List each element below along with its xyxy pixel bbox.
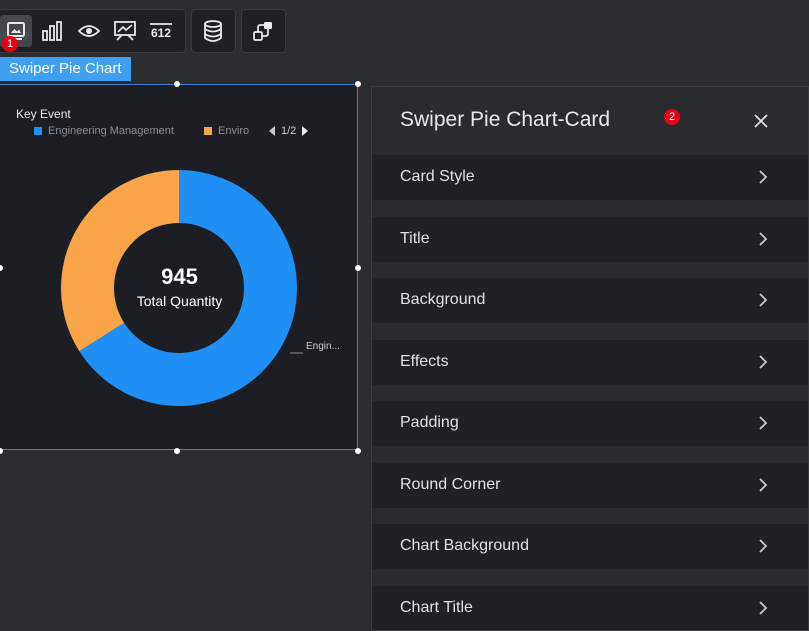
section-label: Padding [400,414,459,431]
resize-handle-bottom-middle[interactable] [174,448,180,454]
bar-chart-button[interactable] [37,15,69,47]
close-button[interactable] [749,109,773,133]
section-background[interactable]: Background [372,278,808,323]
section-chart-background[interactable]: Chart Background [372,524,808,569]
section-label: Card Style [400,168,475,185]
chevron-right-icon [759,355,768,369]
pie-slice-1[interactable] [61,170,180,352]
center-total-label: Total Quantity [136,293,223,309]
number-612-icon: 612 [150,23,172,40]
settings-panel: Swiper Pie Chart-Card 2 Card Style Title… [371,86,809,631]
chevron-right-icon [759,232,768,246]
section-label: Round Corner [400,476,501,493]
database-icon [204,20,222,42]
center-total-value: 945 [161,264,198,289]
section-label: Background [400,291,486,308]
monitor-chart-button[interactable] [109,15,141,47]
chevron-right-icon [759,478,768,492]
bar-chart-icon [42,21,62,41]
section-card-style[interactable]: Card Style [372,155,808,200]
chevron-right-icon [759,416,768,430]
database-button[interactable] [197,15,229,47]
chevron-right-icon [759,170,768,184]
section-label: Chart Title [400,599,473,616]
toolbar-data-group [191,9,236,53]
section-label: Title [400,230,430,247]
section-label: Chart Background [400,537,529,554]
toolbar-link-group [241,9,286,53]
resize-handle-bottom-right[interactable] [355,448,361,454]
swiper-pie-chart-card[interactable]: Key Event Engineering Management Enviro … [0,84,358,450]
eye-button[interactable] [73,15,105,47]
eye-icon [77,25,101,37]
section-chart-title[interactable]: Chart Title [372,586,808,630]
link-nodes-icon [253,22,272,41]
panel-title: Swiper Pie Chart-Card [400,108,611,131]
toolbar-chart-group: 612 [0,9,186,53]
slice-label-0: Engin... [306,341,340,352]
annotation-marker-1: 1 [2,36,18,52]
chevron-right-icon [759,293,768,307]
section-round-corner[interactable]: Round Corner [372,463,808,508]
number-612-text: 612 [151,26,171,40]
resize-handle-top-right[interactable] [355,81,361,87]
resize-handle-bottom-left[interactable] [0,448,3,454]
panel-header: Swiper Pie Chart-Card 2 [372,87,808,155]
section-effects[interactable]: Effects [372,340,808,385]
chevron-right-icon [759,539,768,553]
chevron-right-icon [759,601,768,615]
number-612-button[interactable]: 612 [145,15,177,47]
section-title[interactable]: Title [372,217,808,262]
selected-component-label: Swiper Pie Chart [0,57,131,81]
link-nodes-button[interactable] [247,15,279,47]
close-icon [754,114,768,128]
annotation-marker-2: 2 [664,109,680,125]
resize-handle-top-middle[interactable] [174,81,180,87]
resize-handle-middle-right[interactable] [355,265,361,271]
section-label: Effects [400,353,449,370]
monitor-chart-icon [114,21,136,41]
section-padding[interactable]: Padding [372,401,808,446]
